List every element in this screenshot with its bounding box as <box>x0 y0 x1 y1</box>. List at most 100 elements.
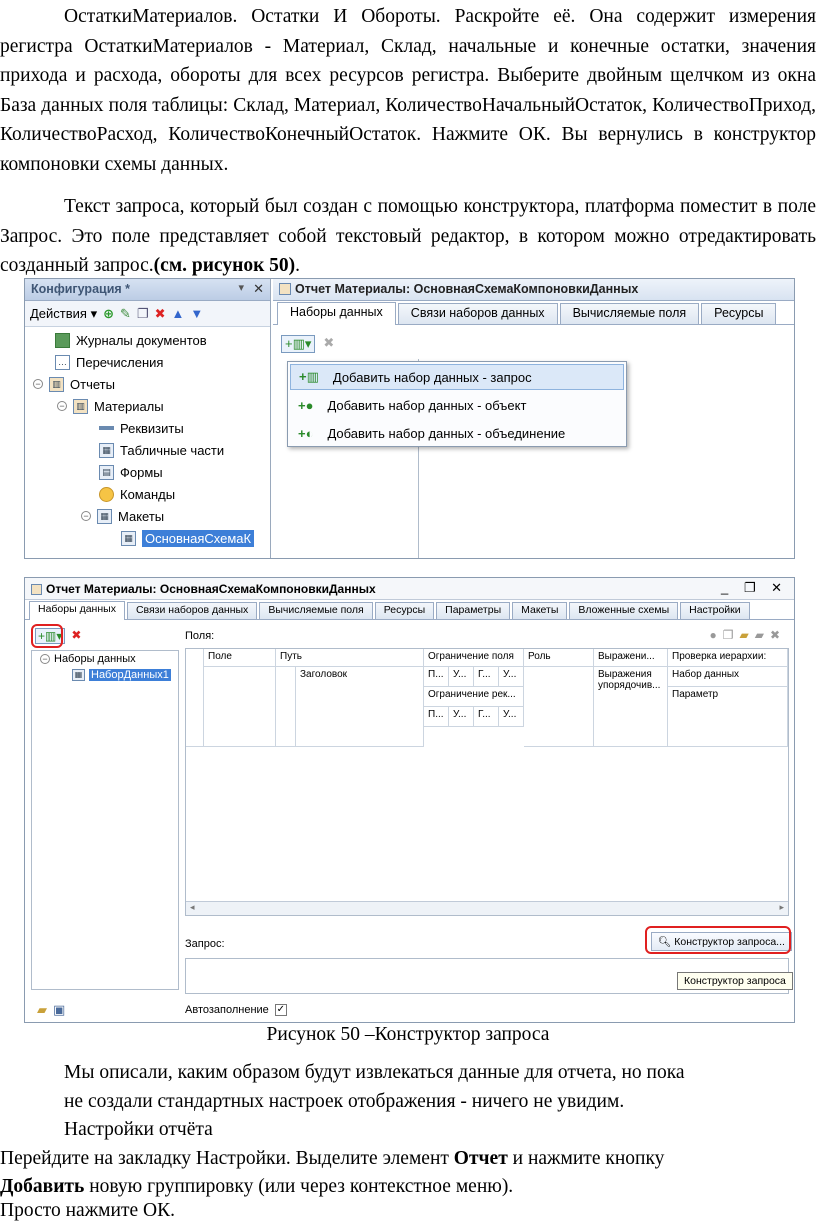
tab-parameters[interactable]: Параметры <box>436 602 511 619</box>
tree-item[interactable]: − ▥ Материалы <box>57 395 164 417</box>
role-cell[interactable] <box>524 667 594 747</box>
add-dataset-icon[interactable]: +▥▾ <box>281 335 316 353</box>
column-header[interactable]: Выражени... <box>594 649 668 667</box>
section-heading: Настройки отчёта <box>64 1119 213 1140</box>
tree-item[interactable]: ▤ Формы <box>99 461 163 483</box>
delete-icon[interactable]: ✖ <box>155 306 166 322</box>
tree-item-selected[interactable]: ▦ ОсновнаяСхемаК <box>121 527 255 549</box>
edit-icon[interactable]: ✎ <box>120 306 131 322</box>
report-icon <box>279 283 291 295</box>
window-titlebar: Отчет Материалы: ОсновнаяСхемаКомпоновки… <box>273 279 794 301</box>
tree-item[interactable]: Команды <box>99 483 175 505</box>
column-header[interactable]: Поле <box>204 649 276 667</box>
circle-icon[interactable]: ● <box>709 628 716 642</box>
tree-item-selected[interactable]: ▦ НаборДанных1 <box>72 669 171 681</box>
delete-icon[interactable]: ✖ <box>71 628 81 644</box>
tab-calculated-fields[interactable]: Вычисляемые поля <box>259 602 373 619</box>
tree-item[interactable]: − ▦ Макеты <box>81 505 164 527</box>
dataset-toolbar: +▥▾ ✖ <box>281 335 334 353</box>
window-title: Отчет Материалы: ОсновнаяСхемаКомпоновки… <box>295 282 639 296</box>
window-title: Отчет Материалы: ОсновнаяСхемаКомпоновки… <box>46 582 376 596</box>
tab-nested-schemes[interactable]: Вложенные схемы <box>569 602 679 619</box>
collapse-icon[interactable]: − <box>57 401 67 411</box>
tab-settings[interactable]: Настройки <box>680 602 750 619</box>
paragraph-2: Текст запроса, который был создан с помо… <box>0 192 816 281</box>
restriction-cell[interactable]: П... <box>424 707 449 727</box>
column-header[interactable]: Проверка иерархии: <box>668 649 788 667</box>
command-icon <box>99 486 114 502</box>
column-header[interactable]: Ограничение поля <box>424 649 524 667</box>
folder-icon[interactable]: ▰ <box>755 628 764 642</box>
tree-label: Макеты <box>118 508 165 524</box>
tab-resources[interactable]: Ресурсы <box>701 303 777 324</box>
tree-item[interactable]: … Перечисления <box>55 351 163 373</box>
collapse-icon[interactable]: − <box>33 379 43 389</box>
copy-icon[interactable]: ❐ <box>723 628 734 642</box>
restriction-cell[interactable]: У... <box>499 667 524 687</box>
field-cell[interactable] <box>204 667 276 747</box>
move-down-icon[interactable]: ▼ <box>190 306 203 321</box>
tab-dataset-links[interactable]: Связи наборов данных <box>397 303 558 324</box>
move-up-icon[interactable]: ▲ <box>171 306 184 321</box>
tree-item[interactable]: Журналы документов <box>55 329 207 351</box>
delete-icon[interactable]: ✖ <box>770 628 780 642</box>
restriction-cell[interactable]: У... <box>449 667 474 687</box>
tab-templates[interactable]: Макеты <box>512 602 568 619</box>
tree-label: Журналы документов <box>76 332 207 348</box>
fields-grid: Поле Путь Ограничение поля Роль Выражени… <box>185 648 789 916</box>
tab-dataset-links[interactable]: Связи наборов данных <box>126 602 258 619</box>
horizontal-scrollbar[interactable]: ◂ ▸ <box>186 901 788 915</box>
menu-item-query[interactable]: +▥ Добавить набор данных - запрос <box>290 364 624 390</box>
bottom-toolbar: ▰ ▣ <box>37 1002 65 1018</box>
close-icon[interactable]: ✕ <box>253 281 264 297</box>
tab-datasets[interactable]: Наборы данных <box>277 302 396 325</box>
paragraph-3-line-1: Мы описали, каким образом будут извлекат… <box>64 1062 685 1083</box>
collapse-icon[interactable]: − <box>81 511 91 521</box>
report-icon: ▥ <box>49 376 64 392</box>
actions-menu[interactable]: Действия ▾ <box>30 306 97 322</box>
tree-root[interactable]: − Наборы данных <box>40 653 136 665</box>
scroll-right-icon[interactable]: ▸ <box>779 902 784 913</box>
open-folder-icon[interactable]: ▰ <box>37 1002 47 1018</box>
check-item[interactable]: Параметр <box>668 687 788 747</box>
window-controls[interactable]: _ ❐ ✕ <box>721 580 788 596</box>
paragraph-5: Просто нажмите ОК. <box>0 1200 175 1221</box>
p4-text: и нажмите кнопку <box>507 1148 665 1169</box>
tab-datasets[interactable]: Наборы данных <box>29 601 125 620</box>
tree-item[interactable]: − ▥ Отчеты <box>33 373 115 395</box>
autofill-checkbox[interactable]: ✓ <box>274 1004 287 1016</box>
delete-icon[interactable]: ✖ <box>323 335 334 353</box>
restriction-cell[interactable]: У... <box>449 707 474 727</box>
check-item[interactable]: Набор данных <box>668 667 788 687</box>
expression-cell[interactable]: Выражения упорядочив... <box>594 667 668 747</box>
config-header: Конфигурация * ▾ ✕ <box>25 279 270 301</box>
paragraph-4-line-2: Добавить новую группировку (или через ко… <box>0 1176 513 1198</box>
menu-item-object[interactable]: +● Добавить набор данных - объект <box>290 392 624 418</box>
paragraph-3-line-2: не создали стандартных настроек отображе… <box>64 1091 625 1112</box>
add-icon[interactable]: ⊕ <box>103 306 114 322</box>
menu-item-union[interactable]: +◐ Добавить набор данных - объединение <box>290 420 624 446</box>
collapse-icon[interactable]: − <box>40 654 50 664</box>
restriction-cell[interactable]: П... <box>424 667 449 687</box>
screenshot-1: Конфигурация * ▾ ✕ Действия ▾ ⊕ ✎ ❐ ✖ ▲ ▼ … <box>24 278 795 559</box>
folder-add-icon[interactable]: ▰ <box>739 628 748 642</box>
path-cell[interactable]: Заголовок <box>296 667 424 747</box>
pin-icon[interactable]: ▾ <box>238 281 244 294</box>
tab-resources[interactable]: Ресурсы <box>374 602 435 619</box>
tree-item[interactable]: ▦ Табличные части <box>99 439 224 461</box>
save-icon[interactable]: ▣ <box>53 1002 65 1018</box>
restriction-cell[interactable]: Г... <box>474 707 499 727</box>
restriction-cell[interactable]: У... <box>499 707 524 727</box>
scroll-left-icon[interactable]: ◂ <box>190 902 195 913</box>
paragraph-4-line-1: Перейдите на закладку Настройки. Выделит… <box>0 1148 664 1170</box>
fields-toolbar: ● ❐ ▰ ▰ ✖ <box>709 628 780 642</box>
actions-label: Действия <box>30 305 87 321</box>
template-icon: ▦ <box>97 508 112 524</box>
restriction-cell[interactable]: Г... <box>474 667 499 687</box>
tree-item[interactable]: Реквизиты <box>99 417 184 439</box>
paragraph-2-end: . <box>295 255 301 277</box>
copy-icon[interactable]: ❐ <box>137 306 149 322</box>
column-header[interactable]: Путь <box>276 649 424 667</box>
column-header[interactable]: Роль <box>524 649 594 667</box>
tab-calculated-fields[interactable]: Вычисляемые поля <box>559 303 700 324</box>
